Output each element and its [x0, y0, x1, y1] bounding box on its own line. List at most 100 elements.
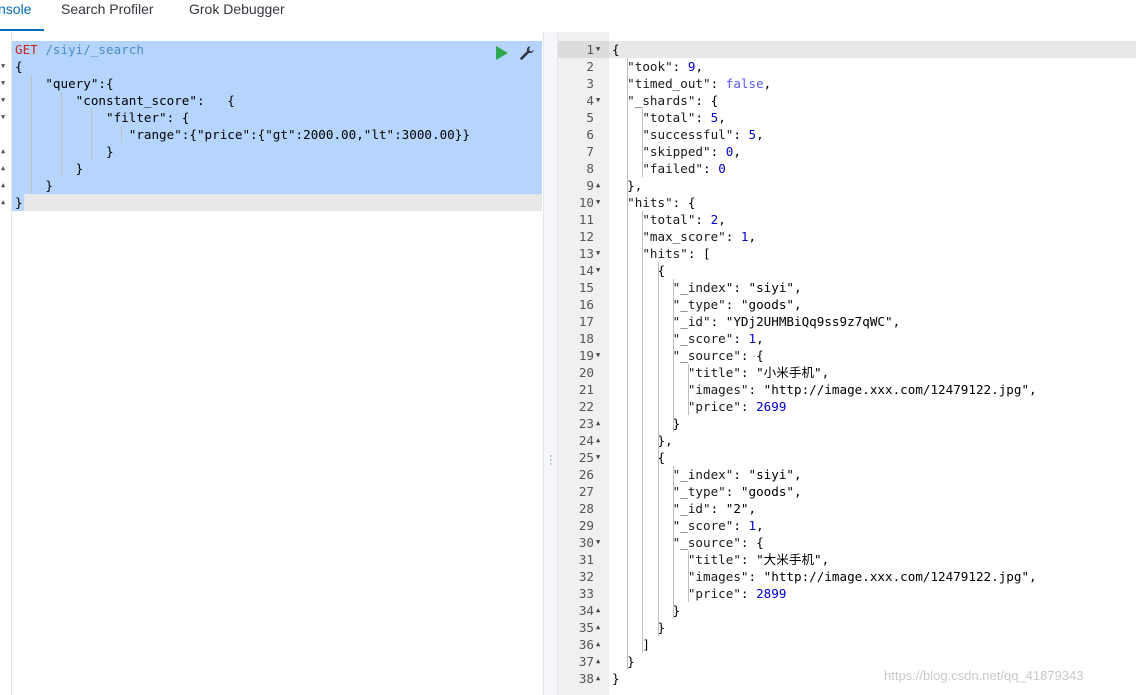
fold-toggle[interactable]: ▼	[596, 245, 606, 262]
fold-toggle[interactable]: ▼	[596, 449, 606, 466]
http-method: GET	[15, 42, 38, 57]
tab-search-profiler[interactable]: Search Profiler	[61, 1, 154, 17]
wrench-icon[interactable]	[519, 45, 535, 61]
response-line: }	[612, 416, 681, 431]
line-number: 8	[586, 161, 594, 176]
response-line: "_score": 1,	[672, 331, 764, 346]
request-body-line: }	[15, 195, 23, 210]
fold-toggle[interactable]: ▲	[596, 177, 606, 194]
response-line: "images": "http://image.xxx.com/12479122…	[687, 569, 1037, 584]
fold-toggle[interactable]: ▼	[596, 347, 606, 364]
fold-toggle[interactable]: ▼	[596, 41, 606, 58]
tab-bar: nsole Search Profiler Grok Debugger	[0, 0, 1136, 33]
response-line: },	[657, 433, 673, 448]
line-number: 27	[578, 484, 594, 499]
line-number: 12	[578, 229, 594, 244]
fold-toggle[interactable]: ▲	[1, 177, 5, 194]
line-number: 32	[578, 569, 594, 584]
indent-guide	[672, 466, 674, 619]
line-number: 33	[578, 586, 594, 601]
fold-toggle[interactable]: ▲	[596, 636, 606, 653]
fold-toggle[interactable]: ▲	[596, 432, 606, 449]
response-line: "_type": "goods",	[672, 297, 802, 312]
response-line: "_id": "YDj2UHMBiQq9ss9z7qWC",	[672, 314, 901, 329]
fold-toggle[interactable]: ▼	[1, 75, 5, 92]
line-number: 26	[578, 467, 594, 482]
line-number: 28	[578, 501, 594, 516]
line-number: 15	[578, 280, 594, 295]
pane-resizer[interactable]: · · ·	[543, 32, 558, 695]
line-number: 14	[578, 263, 594, 278]
line-number: 7	[586, 144, 594, 159]
response-line: "title": "小米手机",	[687, 365, 830, 380]
line-number: 37	[578, 654, 594, 669]
request-gutter	[0, 32, 11, 695]
request-body-line: "query":{	[15, 76, 114, 91]
fold-toggle[interactable]: ▼	[596, 194, 606, 211]
tab-grok-debugger[interactable]: Grok Debugger	[189, 1, 285, 17]
indent-guide	[657, 262, 659, 636]
fold-toggle[interactable]: ▼	[1, 58, 5, 75]
indent-guide	[672, 279, 674, 432]
response-line: "_index": "siyi",	[672, 467, 802, 482]
request-line: GET /siyi/_search	[15, 41, 543, 58]
response-line: "total": 5,	[642, 110, 726, 125]
response-line: "_index": "siyi",	[672, 280, 802, 295]
line-number: 22	[578, 399, 594, 414]
fold-toggle[interactable]: ▲	[596, 415, 606, 432]
line-number: 11	[578, 212, 594, 227]
line-number: 35	[578, 620, 594, 635]
fold-toggle[interactable]: ▲	[596, 619, 606, 636]
line-number: 17	[578, 314, 594, 329]
request-body-line: }	[15, 144, 114, 159]
indent-guide	[688, 364, 689, 415]
line-number: 21	[578, 382, 594, 397]
line-number: 34	[578, 603, 594, 618]
response-line: },	[627, 178, 643, 193]
response-line: "images": "http://image.xxx.com/12479122…	[687, 382, 1037, 397]
fold-toggle[interactable]: ▼	[596, 534, 606, 551]
line-number: 20	[578, 365, 594, 380]
line-number: 10	[578, 195, 594, 210]
response-line: "skipped": 0,	[642, 144, 741, 159]
fold-toggle[interactable]: ▼	[596, 262, 606, 279]
response-line: {	[612, 42, 620, 57]
response-line: "timed_out": false,	[627, 76, 772, 91]
line-number: 38	[578, 671, 594, 686]
indent-guide	[627, 58, 629, 670]
fold-toggle[interactable]: ▲	[1, 160, 5, 177]
line-number: 19	[578, 348, 594, 363]
request-body-line: }	[15, 161, 84, 176]
request-editor[interactable]: ▼ ▼ ▼ ▼ ▲ ▲ ▲ ▲ GET /siyi/_search { "que…	[0, 32, 543, 695]
request-path: /siyi/_search	[45, 42, 144, 57]
play-icon[interactable]	[495, 46, 509, 60]
indent-guide	[688, 551, 689, 602]
fold-toggle[interactable]: ▼	[1, 109, 5, 126]
line-number: 31	[578, 552, 594, 567]
fold-toggle[interactable]: ▲	[596, 670, 606, 687]
fold-toggle[interactable]: ▲	[596, 653, 606, 670]
fold-toggle[interactable]: ▲	[1, 143, 5, 160]
response-line: "hits": [	[642, 246, 711, 261]
response-line: "_source": {	[672, 535, 764, 550]
line-number: 24	[578, 433, 594, 448]
response-line: "_type": "goods",	[672, 484, 802, 499]
fold-toggle[interactable]: ▲	[596, 602, 606, 619]
response-viewer[interactable]: 1 ▼{2 "took": 9, 3 "timed_out": false, 4 ▼ "…	[558, 32, 1136, 695]
response-line: {	[612, 263, 666, 278]
fold-toggle[interactable]: ▼	[1, 92, 5, 109]
request-body-line: "constant_score": {	[15, 93, 235, 108]
line-number: 4	[586, 93, 594, 108]
response-line: "took": 9,	[627, 59, 704, 74]
line-number: 13	[578, 246, 594, 261]
drag-handle-icon[interactable]: · · ·	[549, 451, 553, 470]
line-number: 25	[578, 450, 594, 465]
tab-console[interactable]: nsole	[0, 1, 31, 17]
fold-toggle[interactable]: ▲	[1, 194, 5, 211]
response-line: ]	[612, 637, 650, 652]
line-number: 5	[586, 110, 594, 125]
line-number: 29	[578, 518, 594, 533]
response-line: "_shards": {	[627, 93, 719, 108]
fold-toggle[interactable]: ▼	[596, 92, 606, 109]
response-line: "_id": "2",	[672, 501, 757, 516]
